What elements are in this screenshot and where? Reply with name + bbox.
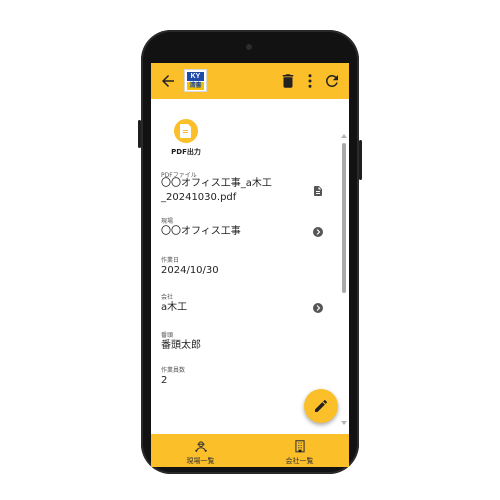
building-icon (295, 440, 305, 453)
pdf-file-icon (180, 124, 191, 138)
logo-top-text: KY (187, 72, 204, 81)
foreman-value: 番頭太郎 (161, 340, 201, 351)
scroll-down-arrow[interactable] (341, 421, 347, 425)
work-date-label: 作業日 (161, 257, 180, 264)
work-date-value: 2024/10/30 (161, 265, 219, 276)
app-bar: KY 清書 (151, 63, 349, 99)
pdf-export-label: PDF出力 (171, 148, 201, 156)
document-icon[interactable] (312, 185, 324, 197)
site-chevron-right-circle-icon[interactable] (312, 226, 324, 238)
site-label: 現場 (161, 218, 174, 225)
pdf-export-button[interactable] (174, 119, 198, 143)
nav-company-list-label: 会社一覧 (285, 457, 314, 465)
worker-count-label: 作業員数 (161, 367, 186, 374)
bottom-navigation: 現場一覧 会社一覧 (151, 434, 349, 467)
scroll-up-arrow[interactable] (341, 134, 347, 138)
scrollbar-thumb[interactable] (342, 143, 346, 293)
power-button (359, 140, 362, 180)
nav-company-list[interactable]: 会社一覧 (250, 434, 349, 467)
edit-fab-button[interactable] (304, 389, 338, 423)
detail-content: PDF出力 PDFファイル 〇〇オフィス工事_a木工 _20241030.pdf… (151, 99, 349, 435)
logo-bottom-text: 清書 (187, 82, 204, 90)
volume-button (138, 120, 141, 148)
nav-site-list[interactable]: 現場一覧 (151, 434, 250, 467)
refresh-icon[interactable] (323, 72, 341, 90)
company-chevron-right-circle-icon[interactable] (312, 302, 324, 314)
foreman-label: 番頭 (161, 332, 174, 339)
pdf-file-value-line1: 〇〇オフィス工事_a木工 (161, 178, 272, 189)
app-logo: KY 清書 (184, 69, 207, 92)
edit-icon (315, 399, 328, 412)
construction-worker-icon (195, 441, 207, 452)
app-screen: KY 清書 PDF出力 PDFファイル 〇〇オフィス工事_a木工 _202410… (151, 63, 349, 467)
front-camera (246, 44, 252, 50)
more-vert-icon[interactable] (301, 72, 319, 90)
company-label: 会社 (161, 294, 174, 301)
site-value: 〇〇オフィス工事 (161, 226, 241, 237)
nav-site-list-label: 現場一覧 (186, 457, 215, 465)
worker-count-value: 2 (161, 375, 168, 386)
trash-icon[interactable] (279, 72, 297, 90)
back-arrow-icon[interactable] (159, 72, 177, 90)
company-value: a木工 (161, 302, 188, 313)
phone-frame: KY 清書 PDF出力 PDFファイル 〇〇オフィス工事_a木工 _202410… (138, 30, 362, 474)
pdf-file-value-line2: _20241030.pdf (161, 192, 237, 203)
